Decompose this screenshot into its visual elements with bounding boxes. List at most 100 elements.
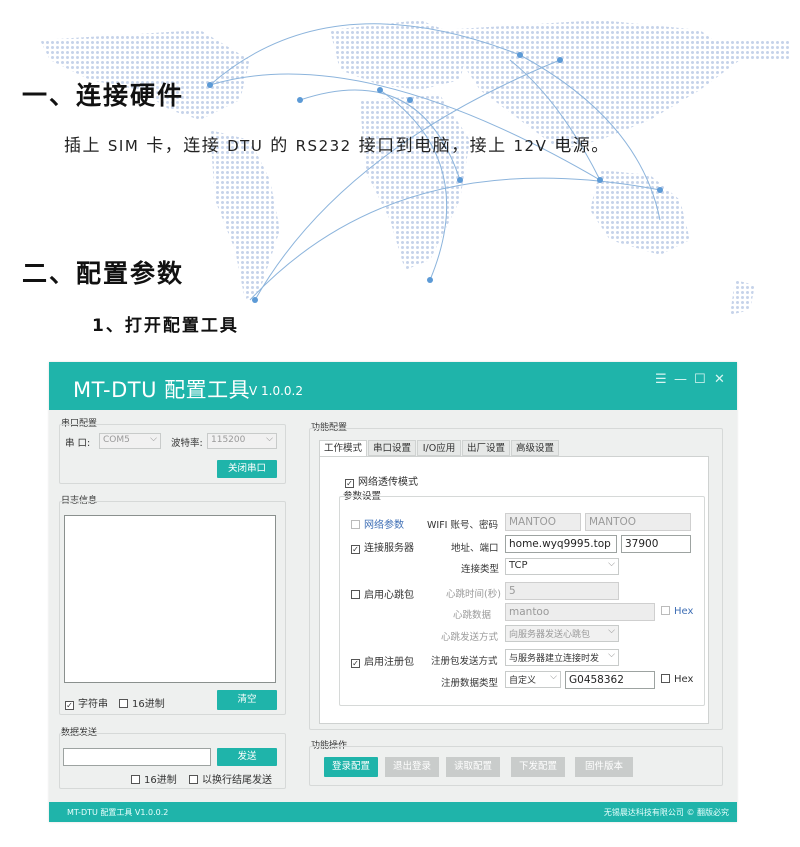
- reg-hex-checkbox[interactable]: Hex: [661, 674, 693, 685]
- hb-time-label: 心跳时间(秒): [446, 589, 501, 600]
- chevron-down-icon: ⌵: [608, 559, 615, 569]
- para-seg: DTU: [227, 137, 264, 155]
- checkbox-icon: [351, 590, 360, 599]
- transparent-mode-checkbox[interactable]: ✓ 网络透传模式: [345, 473, 418, 488]
- connect-server-checkbox[interactable]: ✓ 连接服务器: [351, 539, 414, 554]
- net-param-checkbox[interactable]: 网络参数: [351, 516, 404, 531]
- send-input[interactable]: [63, 748, 211, 766]
- close-icon[interactable]: ✕: [714, 372, 725, 387]
- read-config-button[interactable]: 读取配置: [446, 757, 500, 777]
- log-textarea[interactable]: [64, 515, 276, 683]
- chevron-down-icon: ⌵: [608, 650, 615, 660]
- address-label: 地址、端口: [451, 543, 499, 554]
- wifi-user-input[interactable]: MANTOO: [505, 513, 581, 531]
- newline-label: 以换行结尾发送: [202, 775, 272, 786]
- hb-data-input[interactable]: mantoo: [505, 603, 655, 621]
- reg-hex-label: Hex: [674, 674, 694, 685]
- reg-mode-label: 注册包发送方式: [431, 656, 498, 667]
- heartbeat-checkbox[interactable]: 启用心跳包: [351, 586, 414, 601]
- chevron-down-icon: ⌵: [608, 626, 615, 636]
- push-config-button[interactable]: 下发配置: [511, 757, 565, 777]
- connect-server-label: 连接服务器: [364, 543, 414, 554]
- port-label: 串 口:: [65, 438, 91, 449]
- status-bar: MT-DTU 配置工具 V1.0.0.2 无锡晨达科技有限公司 © 翻版必究: [49, 802, 737, 822]
- reg-mode-value: 与服务器建立连接时发: [509, 654, 600, 664]
- app-title: MT-DTU 配置工具: [73, 378, 251, 402]
- tab-io-app[interactable]: I/O应用: [417, 440, 461, 456]
- clear-button[interactable]: 清空: [217, 690, 277, 710]
- checkbox-checked-icon: ✓: [345, 479, 354, 488]
- reg-data-input[interactable]: G0458362: [565, 671, 655, 689]
- tab-serial-settings[interactable]: 串口设置: [368, 440, 416, 456]
- chevron-down-icon: ⌵: [266, 434, 273, 444]
- reg-mode-select[interactable]: 与服务器建立连接时发 ⌵: [505, 649, 619, 666]
- hb-mode-select[interactable]: 向服务器发送心跳包 ⌵: [505, 625, 619, 642]
- hb-mode-label: 心跳发送方式: [441, 632, 499, 643]
- chevron-down-icon: ⌵: [150, 434, 157, 444]
- conn-type-select[interactable]: TCP ⌵: [505, 558, 619, 575]
- tab-factory-settings[interactable]: 出厂设置: [462, 440, 510, 456]
- hb-hex-label: Hex: [674, 606, 694, 617]
- string-checkbox[interactable]: ✓ 字符串: [65, 695, 108, 710]
- net-param-label: 网络参数: [364, 520, 404, 531]
- checkbox-checked-icon: ✓: [351, 659, 360, 668]
- heading-connect-hardware: 一、连接硬件: [22, 81, 185, 110]
- status-left-text: MT-DTU 配置工具 V1.0.0.2: [67, 808, 169, 817]
- conn-type-value: TCP: [509, 560, 528, 571]
- instruction-paragraph: 插上 SIM 卡，连接 DTU 的 RS232 接口到电脑，接上 12V 电源。: [64, 131, 610, 156]
- menu-icon[interactable]: ☰: [655, 372, 667, 387]
- server-port-input[interactable]: 37900: [621, 535, 691, 553]
- status-right-text: 无锡晨达科技有限公司 © 翻版必究: [603, 808, 729, 817]
- title-bar: MT-DTU 配置工具 V 1.0.0.2 ☰ — ☐ ✕: [49, 362, 737, 410]
- checkbox-icon: [119, 699, 128, 708]
- login-config-button[interactable]: 登录配置: [324, 757, 378, 777]
- heartbeat-label: 启用心跳包: [364, 590, 414, 601]
- send-button[interactable]: 发送: [217, 748, 277, 766]
- para-seg: SIM: [107, 137, 140, 155]
- checkbox-icon: [661, 606, 670, 615]
- wifi-pass-input[interactable]: MANTOO: [585, 513, 691, 531]
- para-seg: 卡，连接: [139, 136, 228, 156]
- firmware-version-button[interactable]: 固件版本: [575, 757, 633, 777]
- para-seg: RS232: [295, 137, 352, 155]
- port-select[interactable]: COM5 ⌵: [99, 433, 161, 449]
- checkbox-checked-icon: ✓: [351, 545, 360, 554]
- send-hex-label: 16进制: [144, 775, 177, 786]
- hex-checkbox[interactable]: 16进制: [119, 695, 165, 710]
- reg-type-label: 注册数据类型: [441, 678, 499, 689]
- register-checkbox[interactable]: ✓ 启用注册包: [351, 653, 414, 668]
- baud-label: 波特率:: [171, 438, 203, 449]
- send-hex-checkbox[interactable]: 16进制: [131, 771, 177, 786]
- minimize-icon[interactable]: —: [674, 372, 687, 387]
- hb-time-input[interactable]: 5: [505, 582, 619, 600]
- reg-type-select[interactable]: 自定义 ⌵: [505, 671, 561, 688]
- logout-button[interactable]: 退出登录: [385, 757, 439, 777]
- hb-data-label: 心跳数据: [453, 610, 492, 621]
- para-seg: 12V: [513, 137, 548, 155]
- port-value: COM5: [103, 435, 130, 445]
- baud-select[interactable]: 115200 ⌵: [207, 433, 277, 449]
- transparent-mode-label: 网络透传模式: [358, 477, 418, 488]
- server-address-input[interactable]: home.wyq9995.top: [505, 535, 617, 553]
- close-port-button[interactable]: 关闭串口: [217, 460, 277, 478]
- baud-value: 115200: [211, 435, 246, 445]
- checkbox-icon: [189, 775, 198, 784]
- checkbox-checked-icon: ✓: [65, 701, 74, 710]
- register-label: 启用注册包: [364, 657, 414, 668]
- maximize-icon[interactable]: ☐: [694, 372, 706, 387]
- tab-advanced-settings[interactable]: 高级设置: [511, 440, 559, 456]
- tab-work-mode[interactable]: 工作模式: [319, 440, 367, 457]
- hb-hex-checkbox[interactable]: Hex: [661, 606, 693, 617]
- subheading-open-tool: 1、打开配置工具: [92, 316, 239, 336]
- checkbox-icon: [351, 520, 360, 529]
- para-seg: 的: [263, 136, 296, 156]
- checkbox-icon: [661, 674, 670, 683]
- wifi-label: WIFI 账号、密码: [427, 520, 498, 531]
- hex-checkbox-label: 16进制: [132, 699, 165, 710]
- reg-type-value: 自定义: [509, 676, 537, 686]
- hb-mode-value: 向服务器发送心跳包: [509, 630, 591, 640]
- app-version: V 1.0.0.2: [249, 384, 304, 398]
- para-seg: 接口到电脑，接上: [351, 136, 514, 156]
- newline-checkbox[interactable]: 以换行结尾发送: [189, 771, 272, 786]
- chevron-down-icon: ⌵: [550, 672, 557, 682]
